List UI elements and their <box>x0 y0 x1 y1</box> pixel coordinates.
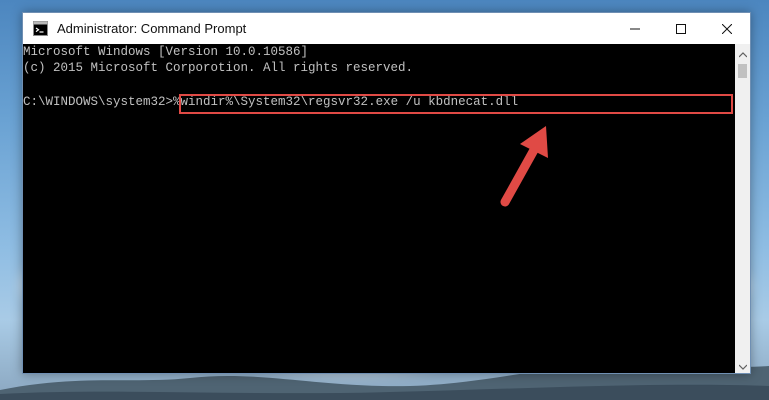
scroll-up-button[interactable] <box>735 44 750 61</box>
close-button[interactable] <box>704 13 750 44</box>
minimize-icon <box>630 19 640 38</box>
command-prompt: C:\WINDOWS\system32> <box>23 95 174 109</box>
annotation-arrow-icon <box>500 126 548 207</box>
chevron-up-icon <box>738 43 747 62</box>
console-line: Microsoft Windows [Version 10.0.10586] <box>23 45 309 59</box>
vertical-scrollbar[interactable] <box>735 44 750 373</box>
close-icon <box>721 19 733 38</box>
minimize-button[interactable] <box>612 13 658 44</box>
command-prompt-window: Administrator: Command Prompt Microsoft … <box>22 12 751 374</box>
chevron-down-icon <box>738 355 747 373</box>
maximize-icon <box>676 19 686 38</box>
maximize-button[interactable] <box>658 13 704 44</box>
titlebar[interactable]: Administrator: Command Prompt <box>23 13 750 44</box>
window-title: Administrator: Command Prompt <box>57 21 247 36</box>
caption-buttons <box>612 13 750 44</box>
command-line: C:\WINDOWS\system32>%windir%\System32\re… <box>23 94 518 110</box>
cmd-icon <box>33 21 48 36</box>
scroll-thumb[interactable] <box>738 64 747 78</box>
scroll-down-button[interactable] <box>735 356 750 373</box>
console-line: (c) 2015 Microsoft Corporotion. All righ… <box>23 61 414 75</box>
command-text: %windir%\System32\regsvr32.exe /u kbdnec… <box>173 95 519 109</box>
console-output[interactable]: Microsoft Windows [Version 10.0.10586] (… <box>23 44 735 373</box>
